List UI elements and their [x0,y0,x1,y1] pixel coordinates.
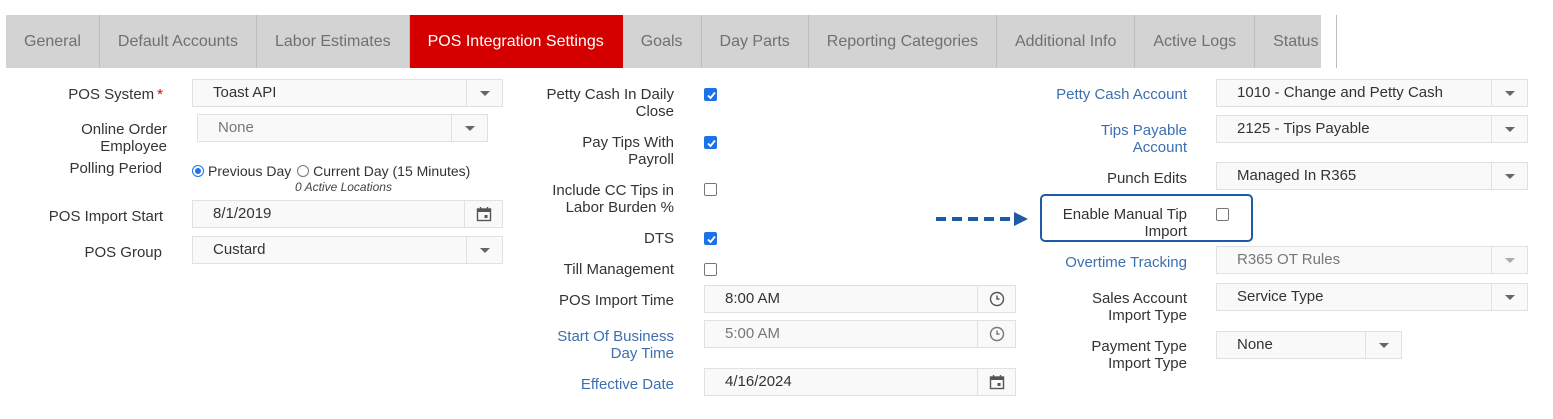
pos-import-start-value: 8/1/2019 [213,205,272,222]
till-management-label: Till Management [563,261,674,278]
enable-manual-tip-import-label: Enable Manual Tip Import [1062,206,1187,240]
till-management-checkbox[interactable] [704,263,717,276]
overtime-tracking-label[interactable]: Overtime Tracking [1065,254,1187,271]
clock-icon[interactable] [977,286,1015,312]
petty-cash-account-select[interactable]: 1010 - Change and Petty Cash [1216,79,1528,107]
enable-manual-tip-import-checkbox[interactable] [1216,208,1229,221]
petty-cash-account-label[interactable]: Petty Cash Account [1056,86,1187,103]
tips-payable-account-value: 2125 - Tips Payable [1237,120,1370,137]
punch-edits-label: Punch Edits [1106,170,1187,187]
dts-checkbox[interactable] [704,232,717,245]
payment-type-import-type-select[interactable]: None [1216,331,1402,359]
effective-date-label[interactable]: Effective Date [581,376,674,393]
chevron-down-icon[interactable] [466,80,502,106]
effective-date-field[interactable]: 4/16/2024 [704,368,1016,396]
punch-edits-select[interactable]: Managed In R365 [1216,162,1528,190]
radio-previous-day[interactable] [192,165,204,177]
pos-system-select[interactable]: Toast API [192,79,503,107]
clock-icon[interactable] [977,321,1015,347]
tab-pos-integration-settings[interactable]: POS Integration Settings [409,15,623,68]
chevron-down-icon[interactable] [1491,284,1527,310]
chevron-down-icon[interactable] [1491,163,1527,189]
radio-previous-day-label: Previous Day [208,163,292,179]
online-order-employee-select[interactable]: None [197,114,488,142]
calendar-icon[interactable] [977,369,1015,395]
tab-default-accounts[interactable]: Default Accounts [100,15,257,68]
payment-type-import-type-value: None [1237,336,1273,353]
effective-date-value: 4/16/2024 [725,373,792,390]
chevron-down-icon[interactable] [1365,332,1401,358]
petty-cash-daily-close-label: Petty Cash In Daily Close [546,86,674,120]
tab-general[interactable]: General [6,15,100,68]
sales-account-import-type-select[interactable]: Service Type [1216,283,1528,311]
tab-labor-estimates[interactable]: Labor Estimates [257,15,410,68]
sales-account-import-type-label: Sales Account Import Type [1091,290,1187,324]
online-order-employee-value: None [218,119,254,136]
include-cc-tips-label: Include CC Tips in Labor Burden % [552,182,674,216]
polling-period-label: Polling Period [69,160,162,177]
pos-import-start-label: POS Import Start [48,208,163,225]
pos-import-start-field[interactable]: 8/1/2019 [192,200,503,228]
pos-import-time-field[interactable]: 8:00 AM [704,285,1016,313]
polling-period-options: Previous Day Current Day (15 Minutes) [192,163,470,179]
chevron-down-icon[interactable] [1491,116,1527,142]
tab-goals[interactable]: Goals [623,15,702,68]
required-marker: * [157,86,163,103]
chevron-down-icon[interactable] [466,237,502,263]
active-locations-note: 0 Active Locations [295,180,392,194]
pos-group-value: Custard [213,241,266,258]
overtime-tracking-select[interactable]: R365 OT Rules [1216,246,1528,274]
petty-cash-account-value: 1010 - Change and Petty Cash [1237,84,1443,101]
include-cc-tips-checkbox[interactable] [704,183,717,196]
chevron-down-icon[interactable] [1491,80,1527,106]
payment-type-import-type-label: Payment Type Import Type [1091,338,1187,372]
chevron-down-icon[interactable] [1491,247,1527,273]
tab-day-parts[interactable]: Day Parts [702,15,809,68]
start-of-business-day-label[interactable]: Start Of Business Day Time [557,328,674,362]
pos-group-label: POS Group [84,244,162,261]
punch-edits-value: Managed In R365 [1237,167,1357,184]
tips-payable-account-select[interactable]: 2125 - Tips Payable [1216,115,1528,143]
pos-system-value: Toast API [213,84,277,101]
chevron-down-icon[interactable] [451,115,487,141]
calendar-icon[interactable] [464,201,502,227]
pos-system-label: POS System * [68,86,163,103]
dts-label: DTS [644,230,674,247]
radio-current-day[interactable] [297,165,310,177]
overtime-tracking-value: R365 OT Rules [1237,251,1341,268]
start-of-business-day-value: 5:00 AM [725,325,781,342]
pay-tips-with-payroll-checkbox[interactable] [704,136,717,149]
tab-status[interactable]: Status [1255,15,1338,68]
tab-active-logs[interactable]: Active Logs [1135,15,1256,68]
start-of-business-day-field[interactable]: 5:00 AM [704,320,1016,348]
pay-tips-with-payroll-label: Pay Tips With Payroll [582,134,674,168]
sales-account-import-type-value: Service Type [1237,288,1324,305]
tab-reporting-categories[interactable]: Reporting Categories [809,15,997,68]
annotation-arrow-icon [936,212,1028,226]
pos-import-time-value: 8:00 AM [725,290,781,307]
petty-cash-daily-close-checkbox[interactable] [704,88,717,101]
pos-group-select[interactable]: Custard [192,236,503,264]
tab-bar: General Default Accounts Labor Estimates… [6,15,1338,68]
pos-import-time-label: POS Import Time [558,292,674,309]
online-order-employee-label: Online Order Employee [81,121,167,155]
radio-current-day-label: Current Day (15 Minutes) [313,163,471,179]
tab-additional-info[interactable]: Additional Info [997,15,1136,68]
tips-payable-account-label[interactable]: Tips Payable Account [1101,122,1187,156]
